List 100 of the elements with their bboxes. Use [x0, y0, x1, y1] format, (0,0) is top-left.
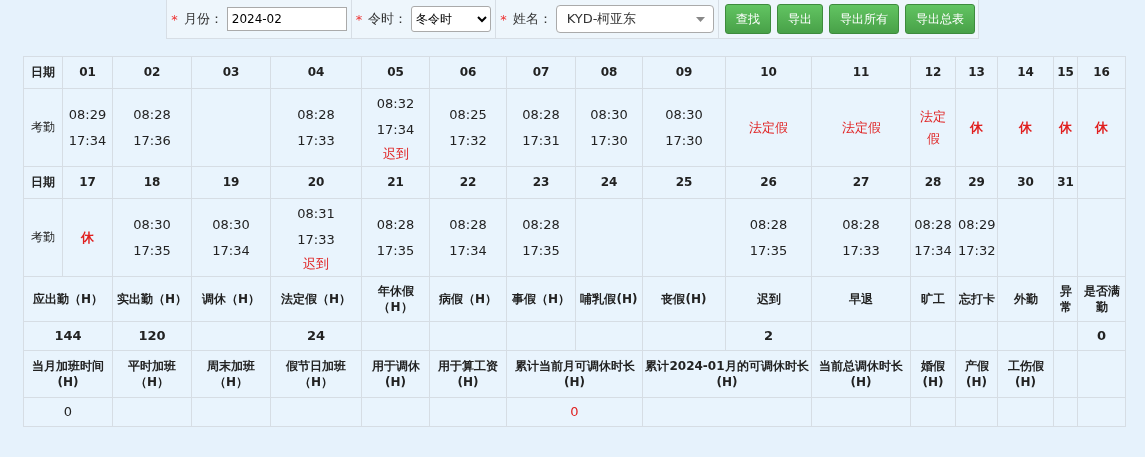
- action-button[interactable]: 查找: [724, 4, 771, 34]
- row-header: 考勤: [23, 198, 63, 277]
- date-header: 24: [575, 166, 643, 199]
- date-header: 29: [955, 166, 998, 199]
- date-header: 11: [811, 56, 911, 89]
- clock-time: 17:30: [664, 131, 704, 150]
- clock-time: 08:30: [664, 105, 704, 124]
- date-header: 07: [506, 56, 576, 89]
- clock-time: 17:34: [67, 131, 108, 150]
- clock-time: 17:32: [448, 131, 488, 150]
- clock-time: 08:29: [67, 105, 108, 124]
- column-header: 事假（H）: [506, 276, 576, 322]
- table-cell: 120: [112, 321, 192, 351]
- season-select[interactable]: 冬令时: [411, 6, 492, 32]
- rest-note: 休: [79, 228, 95, 247]
- date-header: 17: [62, 166, 113, 199]
- clock-time: 08:30: [589, 105, 629, 124]
- column-header: 丧假(H): [642, 276, 726, 322]
- column-header: 应出勤（H）: [23, 276, 113, 322]
- column-header: 异常: [1053, 276, 1078, 322]
- column-header: 用于调休(H): [361, 350, 430, 398]
- clock-time: 17:35: [375, 241, 416, 260]
- date-header: 26: [725, 166, 812, 199]
- date-header: 28: [910, 166, 956, 199]
- date-header: 05: [361, 56, 430, 89]
- date-header: 30: [997, 166, 1054, 199]
- date-header: 25: [642, 166, 726, 199]
- clock-time: 17:35: [132, 241, 172, 260]
- date-header: 10: [725, 56, 812, 89]
- action-button[interactable]: 导出: [776, 4, 823, 34]
- date-header: 06: [429, 56, 507, 89]
- date-header: 19: [191, 166, 271, 199]
- late-note: 迟到: [381, 144, 410, 163]
- date-header: 04: [270, 56, 362, 89]
- action-button[interactable]: 导出总表: [904, 4, 975, 34]
- clock-time: 08:28: [296, 105, 336, 124]
- required-mark: *: [500, 11, 507, 27]
- late-note: 迟到: [302, 254, 330, 273]
- date-header: 09: [642, 56, 726, 89]
- date-header: 14: [997, 56, 1054, 89]
- date-header: 22: [429, 166, 507, 199]
- column-header: 早退: [811, 276, 911, 322]
- clock-time: 17:35: [521, 241, 561, 260]
- table-cell: 144: [23, 321, 113, 351]
- holiday-note: 法定假: [748, 118, 789, 137]
- action-button[interactable]: 导出所有: [828, 4, 899, 34]
- month-field[interactable]: 2024-02: [226, 7, 347, 31]
- clock-time: 08:30: [211, 215, 251, 234]
- column-header: 是否满勤: [1077, 276, 1126, 322]
- date-header: 13: [955, 56, 998, 89]
- clock-time: 08:28: [132, 105, 172, 124]
- required-mark: *: [171, 11, 178, 27]
- holiday-note: 法定假: [840, 118, 882, 137]
- clock-time: 17:34: [375, 120, 416, 139]
- date-header: 20: [270, 166, 362, 199]
- column-header: 调休（H）: [191, 276, 271, 322]
- holiday-note: 法定假: [919, 107, 947, 148]
- date-header: 16: [1077, 56, 1126, 89]
- field-label: 姓名：: [512, 10, 552, 28]
- column-header: 当月加班时间(H): [23, 350, 113, 398]
- column-header: 哺乳假(H): [575, 276, 643, 322]
- column-header: 迟到: [725, 276, 812, 322]
- rest-note: 休: [1057, 118, 1073, 137]
- table-cell: 2: [725, 321, 812, 351]
- column-header: 假节日加班（H）: [270, 350, 362, 398]
- date-header: 03: [191, 56, 271, 89]
- column-header: 年休假（H）: [361, 276, 430, 322]
- date-header: 27: [811, 166, 911, 199]
- table-cell: 0: [23, 397, 113, 427]
- clock-time: 08:28: [521, 105, 561, 124]
- column-header: 当前总调休时长(H): [811, 350, 911, 398]
- clock-time: 08:28: [841, 215, 881, 234]
- clock-time: 17:34: [448, 241, 488, 260]
- column-header: 旷工: [910, 276, 956, 322]
- clock-time: 08:31: [296, 204, 336, 223]
- column-header: 累计当前月可调休时长(H): [506, 350, 643, 398]
- column-header: 工伤假(H): [997, 350, 1054, 398]
- row-header: 考勤: [23, 88, 63, 167]
- clock-time: 08:32: [375, 94, 416, 113]
- rest-note: 休: [968, 118, 984, 137]
- clock-time: 08:29: [958, 215, 995, 234]
- table-cell: 24: [270, 321, 362, 351]
- required-mark: *: [355, 11, 363, 27]
- date-header: 12: [910, 56, 956, 89]
- table-cell: 0: [506, 397, 643, 427]
- row-header: 日期: [23, 166, 63, 199]
- clock-time: 17:34: [913, 241, 953, 260]
- column-header: 病假（H）: [429, 276, 507, 322]
- clock-time: 08:30: [132, 215, 172, 234]
- column-header: 产假(H): [955, 350, 998, 398]
- rest-note: 休: [1093, 118, 1109, 137]
- name-select[interactable]: KYD-柯亚东: [555, 5, 714, 33]
- date-header: 18: [112, 166, 192, 199]
- clock-time: 08:28: [375, 215, 416, 234]
- column-header: 法定假（H）: [270, 276, 362, 322]
- column-header: 累计2024-01月的可调休时长(H): [642, 350, 812, 398]
- date-header: 31: [1053, 166, 1078, 199]
- column-header: 外勤: [997, 276, 1054, 322]
- clock-time: 17:36: [132, 131, 172, 150]
- column-header: 实出勤（H）: [112, 276, 192, 322]
